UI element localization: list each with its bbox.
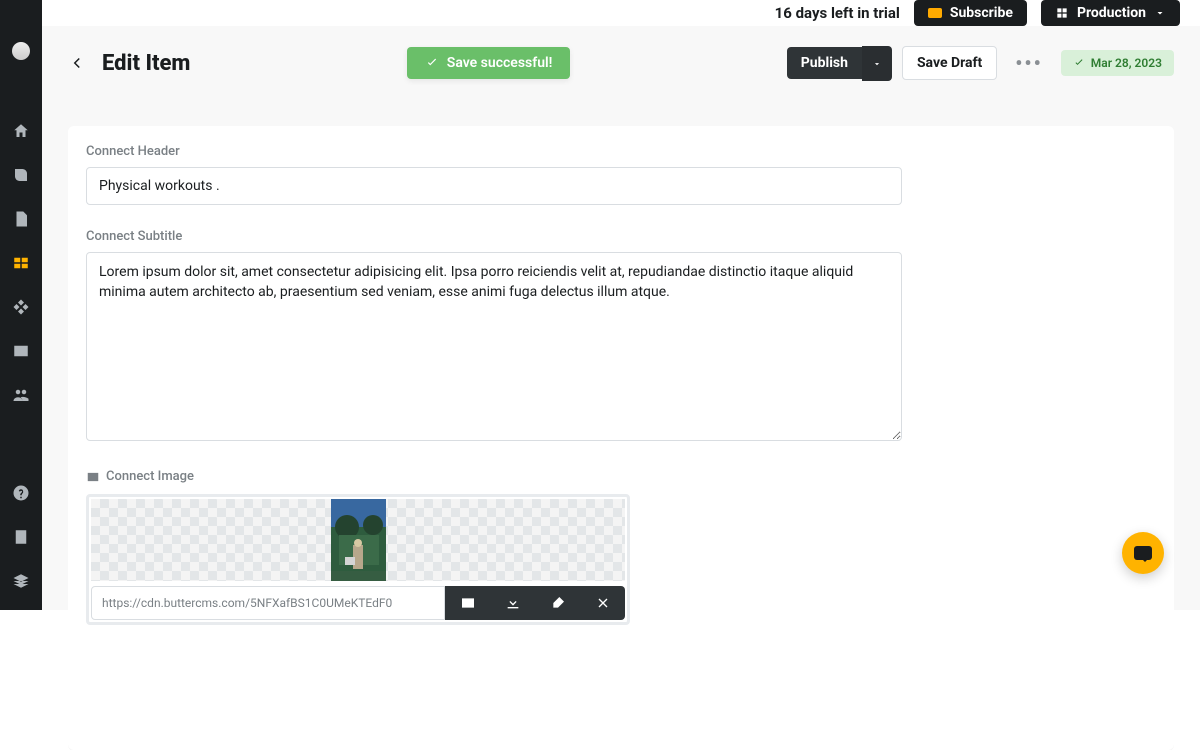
chevron-down-icon (1154, 7, 1166, 19)
field-image: Connect Image (86, 469, 1156, 625)
environment-switcher[interactable]: Production (1041, 0, 1180, 26)
check-icon (425, 56, 439, 70)
publish-button[interactable]: Publish (787, 46, 892, 81)
page-title: Edit Item (102, 51, 190, 76)
form-card: Connect Header Connect Subtitle Lorem ip… (68, 126, 1174, 750)
image-preview[interactable] (91, 499, 625, 581)
avatar[interactable] (12, 42, 30, 60)
image-label-row: Connect Image (86, 469, 1156, 484)
page-icon[interactable] (12, 210, 30, 228)
download-icon (505, 595, 521, 611)
close-icon (595, 595, 611, 611)
field-subtitle: Connect Subtitle Lorem ipsum dolor sit, … (86, 229, 1156, 445)
image-edit-button[interactable] (535, 586, 580, 620)
image-label: Connect Image (106, 469, 194, 484)
topbar: 16 days left in trial Subscribe Producti… (42, 0, 1200, 26)
media-icon[interactable] (12, 342, 30, 360)
blog-icon[interactable] (12, 166, 30, 184)
save-toast: Save successful! (407, 47, 571, 79)
subscribe-button[interactable]: Subscribe (914, 0, 1027, 26)
status-date: Mar 28, 2023 (1091, 56, 1162, 70)
image-toolbar (91, 586, 625, 620)
api-icon[interactable] (12, 572, 30, 590)
back-icon[interactable] (68, 54, 86, 72)
more-button[interactable]: ••• (1007, 47, 1051, 79)
header-label: Connect Header (86, 144, 1156, 159)
image-buttons (445, 586, 625, 620)
field-header: Connect Header (86, 144, 1156, 205)
check-icon (1073, 57, 1085, 69)
trial-text: 16 days left in trial (775, 4, 900, 22)
publish-label: Publish (787, 47, 862, 79)
image-url-input[interactable] (91, 586, 445, 620)
image-thumbnail (331, 499, 386, 581)
subtitle-label: Connect Subtitle (86, 229, 1156, 244)
status-pill: Mar 28, 2023 (1061, 50, 1174, 76)
image-remove-button[interactable] (580, 586, 625, 620)
env-icon (1055, 6, 1069, 20)
save-draft-button[interactable]: Save Draft (902, 46, 997, 80)
image-box (86, 494, 630, 625)
content-panel: Edit Item Save successful! Publish Save … (42, 26, 1200, 610)
subtitle-textarea[interactable]: Lorem ipsum dolor sit, amet consectetur … (86, 252, 902, 441)
home-icon[interactable] (12, 122, 30, 140)
env-label: Production (1077, 0, 1146, 26)
collection-icon[interactable] (12, 254, 30, 272)
sidebar (0, 0, 42, 610)
users-icon[interactable] (12, 386, 30, 404)
header-input[interactable] (86, 167, 902, 205)
chat-icon (1134, 546, 1152, 560)
credit-card-icon (928, 8, 942, 18)
components-icon[interactable] (12, 298, 30, 316)
toast-text: Save successful! (447, 55, 553, 71)
action-group: Publish Save Draft ••• Mar 28, 2023 (787, 46, 1174, 81)
image-icon (86, 470, 100, 484)
image-download-button[interactable] (490, 586, 535, 620)
docs-icon[interactable] (12, 528, 30, 546)
publish-caret[interactable] (862, 46, 892, 81)
edit-icon (550, 595, 566, 611)
image-replace-button[interactable] (445, 586, 490, 620)
chat-fab[interactable] (1122, 532, 1164, 574)
page-header: Edit Item Save successful! Publish Save … (42, 26, 1200, 100)
subscribe-label: Subscribe (950, 0, 1013, 26)
help-icon[interactable] (12, 484, 30, 502)
chevron-down-icon (872, 59, 882, 69)
image-icon (460, 595, 476, 611)
